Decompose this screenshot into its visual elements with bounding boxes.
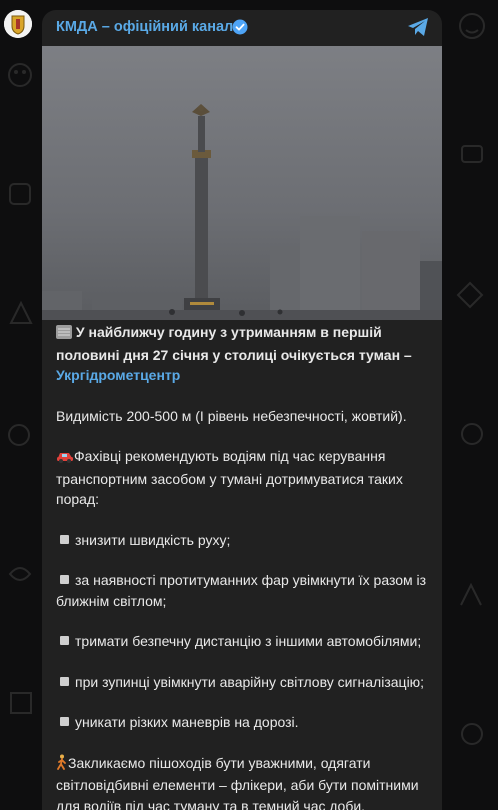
bullet-square-icon	[60, 677, 69, 686]
post-text: У найближчу годину з утриманням в першій…	[56, 322, 436, 810]
kyiv-coat-of-arms-icon	[4, 10, 32, 38]
bullet-square-icon	[60, 636, 69, 645]
tip-item: при зупинці увімкнути аварійну світлову …	[56, 672, 436, 693]
tip-item: за наявності протитуманних фар увімкнути…	[56, 570, 436, 611]
advice-intro-text: Фахівці рекомендують водіям під час керу…	[56, 448, 403, 507]
telegram-share-icon[interactable]	[406, 16, 430, 38]
bullet-square-icon	[60, 535, 69, 544]
tip-item: знизити швидкість руху;	[56, 530, 436, 551]
verified-badge-icon	[232, 19, 248, 35]
headline: У найближчу годину з утриманням в першій…	[56, 322, 436, 386]
bullet-square-icon	[60, 575, 69, 584]
advice-intro: Фахівці рекомендують водіям під час керу…	[56, 446, 436, 510]
bullet-square-icon	[60, 717, 69, 726]
channel-post: КМДА – офіційний канал	[42, 10, 442, 810]
tip-item: уникати різких маневрів на дорозі.	[56, 712, 436, 733]
channel-name[interactable]: КМДА – офіційний канал	[56, 19, 233, 35]
source-link[interactable]: Укргідрометцентр	[56, 367, 180, 383]
pedestrians-note: Закликаємо пішоходів бути уважними, одяг…	[56, 753, 436, 810]
pedestrians-text: Закликаємо пішоходів бути уважними, одяг…	[56, 755, 419, 810]
visibility-text: Видимість 200-500 м (I рівень небезпечно…	[56, 406, 436, 427]
post-photo[interactable]	[42, 46, 442, 320]
channel-avatar[interactable]	[4, 10, 32, 38]
post-header: КМДА – офіційний канал	[42, 10, 442, 46]
walking-person-emoji-icon	[56, 754, 68, 776]
tip-item: тримати безпечну дистанцію з іншими авто…	[56, 631, 436, 652]
headline-text: У найближчу годину з утриманням в першій…	[56, 324, 412, 363]
red-car-emoji-icon	[56, 448, 74, 469]
fog-emoji-icon	[56, 324, 72, 345]
